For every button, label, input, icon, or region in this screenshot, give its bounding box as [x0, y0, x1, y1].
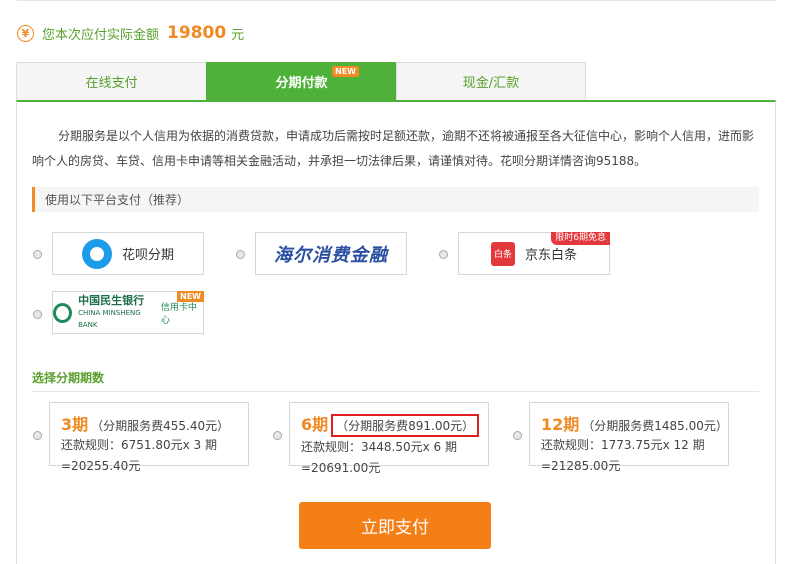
platform-subname: CHINA MINSHENG BANK — [78, 308, 141, 329]
payment-summary: ¥ 您本次应付实际金额 19800 元 — [17, 23, 244, 43]
plan-rule: 还款规则：1773.75元x 12 期 — [541, 438, 705, 452]
pay-now-button[interactable]: 立即支付 — [299, 502, 491, 549]
tab-label: 分期付款 — [275, 76, 328, 91]
payment-tabs: 在线支付 分期付款 NEW 现金/汇款 — [16, 62, 586, 101]
period-section-title: 选择分期期数 — [32, 371, 105, 385]
platform-section-heading: 使用以下平台支付（推荐） — [32, 187, 759, 212]
platform-haier[interactable]: 海尔消费金融 — [255, 232, 407, 275]
radio-huabei[interactable] — [33, 250, 42, 259]
tab-label: 在线支付 — [85, 76, 138, 91]
radio-haier[interactable] — [236, 250, 245, 259]
plan-total: =20691.00元 — [301, 461, 381, 475]
plan-total: =20255.40元 — [61, 459, 141, 473]
plan-12-periods[interactable]: 12期 （分期服务费1485.00元） 还款规则：1773.75元x 12 期 … — [529, 402, 729, 473]
jd-baitiao-logo-icon: 白条 — [490, 241, 515, 266]
plan-total: =21285.00元 — [541, 459, 621, 473]
platform-huabei[interactable]: 花呗分期 — [52, 232, 204, 275]
platform-name: 中国民生银行 — [78, 293, 145, 307]
tab-online-payment[interactable]: 在线支付 — [16, 62, 206, 101]
platform-name: 花呗分期 — [121, 248, 174, 263]
radio-plan-6[interactable] — [273, 431, 282, 440]
huabei-logo-icon — [81, 238, 112, 269]
radio-minsheng[interactable] — [33, 310, 42, 319]
plan-num: 12期 — [541, 415, 580, 434]
promo-badge: 限时6期免息 — [551, 232, 610, 245]
plan-num: 3期 — [61, 415, 89, 434]
yen-icon: ¥ — [17, 24, 34, 42]
platform-jd-baitiao[interactable]: 白条 京东白条 限时6期免息 — [458, 232, 610, 275]
radio-jd-baitiao[interactable] — [439, 250, 448, 259]
tab-cash-transfer[interactable]: 现金/汇款 — [396, 62, 586, 101]
plan-fee: （分期服务费1485.00元） — [582, 419, 728, 433]
tab-label: 现金/汇款 — [462, 76, 520, 91]
plan-rule: 还款规则：6751.80元x 3 期 — [61, 438, 217, 452]
haier-logo: 海尔消费金融 — [274, 244, 388, 266]
platform-minsheng[interactable]: 中国民生银行 CHINA MINSHENG BANK 信用卡中心 NEW — [52, 291, 204, 334]
platform-extra: 信用卡中心 — [160, 302, 197, 326]
plan-6-periods[interactable]: 6期 （分期服务费891.00元） 还款规则：3448.50元x 6 期 =20… — [289, 402, 489, 475]
plan-rule: 还款规则：3448.50元x 6 期 — [301, 440, 457, 454]
payment-label: 您本次应付实际金额 — [42, 27, 160, 43]
payment-unit: 元 — [231, 27, 245, 43]
top-divider — [17, 0, 777, 1]
plan-fee: （分期服务费455.40元） — [91, 419, 230, 433]
period-divider — [32, 391, 759, 392]
new-badge: NEW — [332, 66, 359, 77]
plan-fee: （分期服务费891.00元） — [331, 414, 480, 437]
plan-3-periods[interactable]: 3期 （分期服务费455.40元） 还款规则：6751.80元x 3 期 =20… — [49, 402, 249, 473]
new-badge: NEW — [177, 291, 204, 302]
tab-installment[interactable]: 分期付款 NEW — [206, 62, 396, 101]
radio-plan-12[interactable] — [513, 431, 522, 440]
payment-amount: 19800 — [167, 23, 227, 43]
plan-num: 6期 — [301, 415, 329, 434]
minsheng-logo-icon — [53, 302, 73, 323]
radio-plan-3[interactable] — [33, 431, 42, 440]
installment-notice: 分期服务是以个人信用为依据的消费贷款，申请成功后需按时足额还款，逾期不还将被通报… — [32, 129, 755, 168]
platform-name: 京东白条 — [524, 248, 577, 263]
